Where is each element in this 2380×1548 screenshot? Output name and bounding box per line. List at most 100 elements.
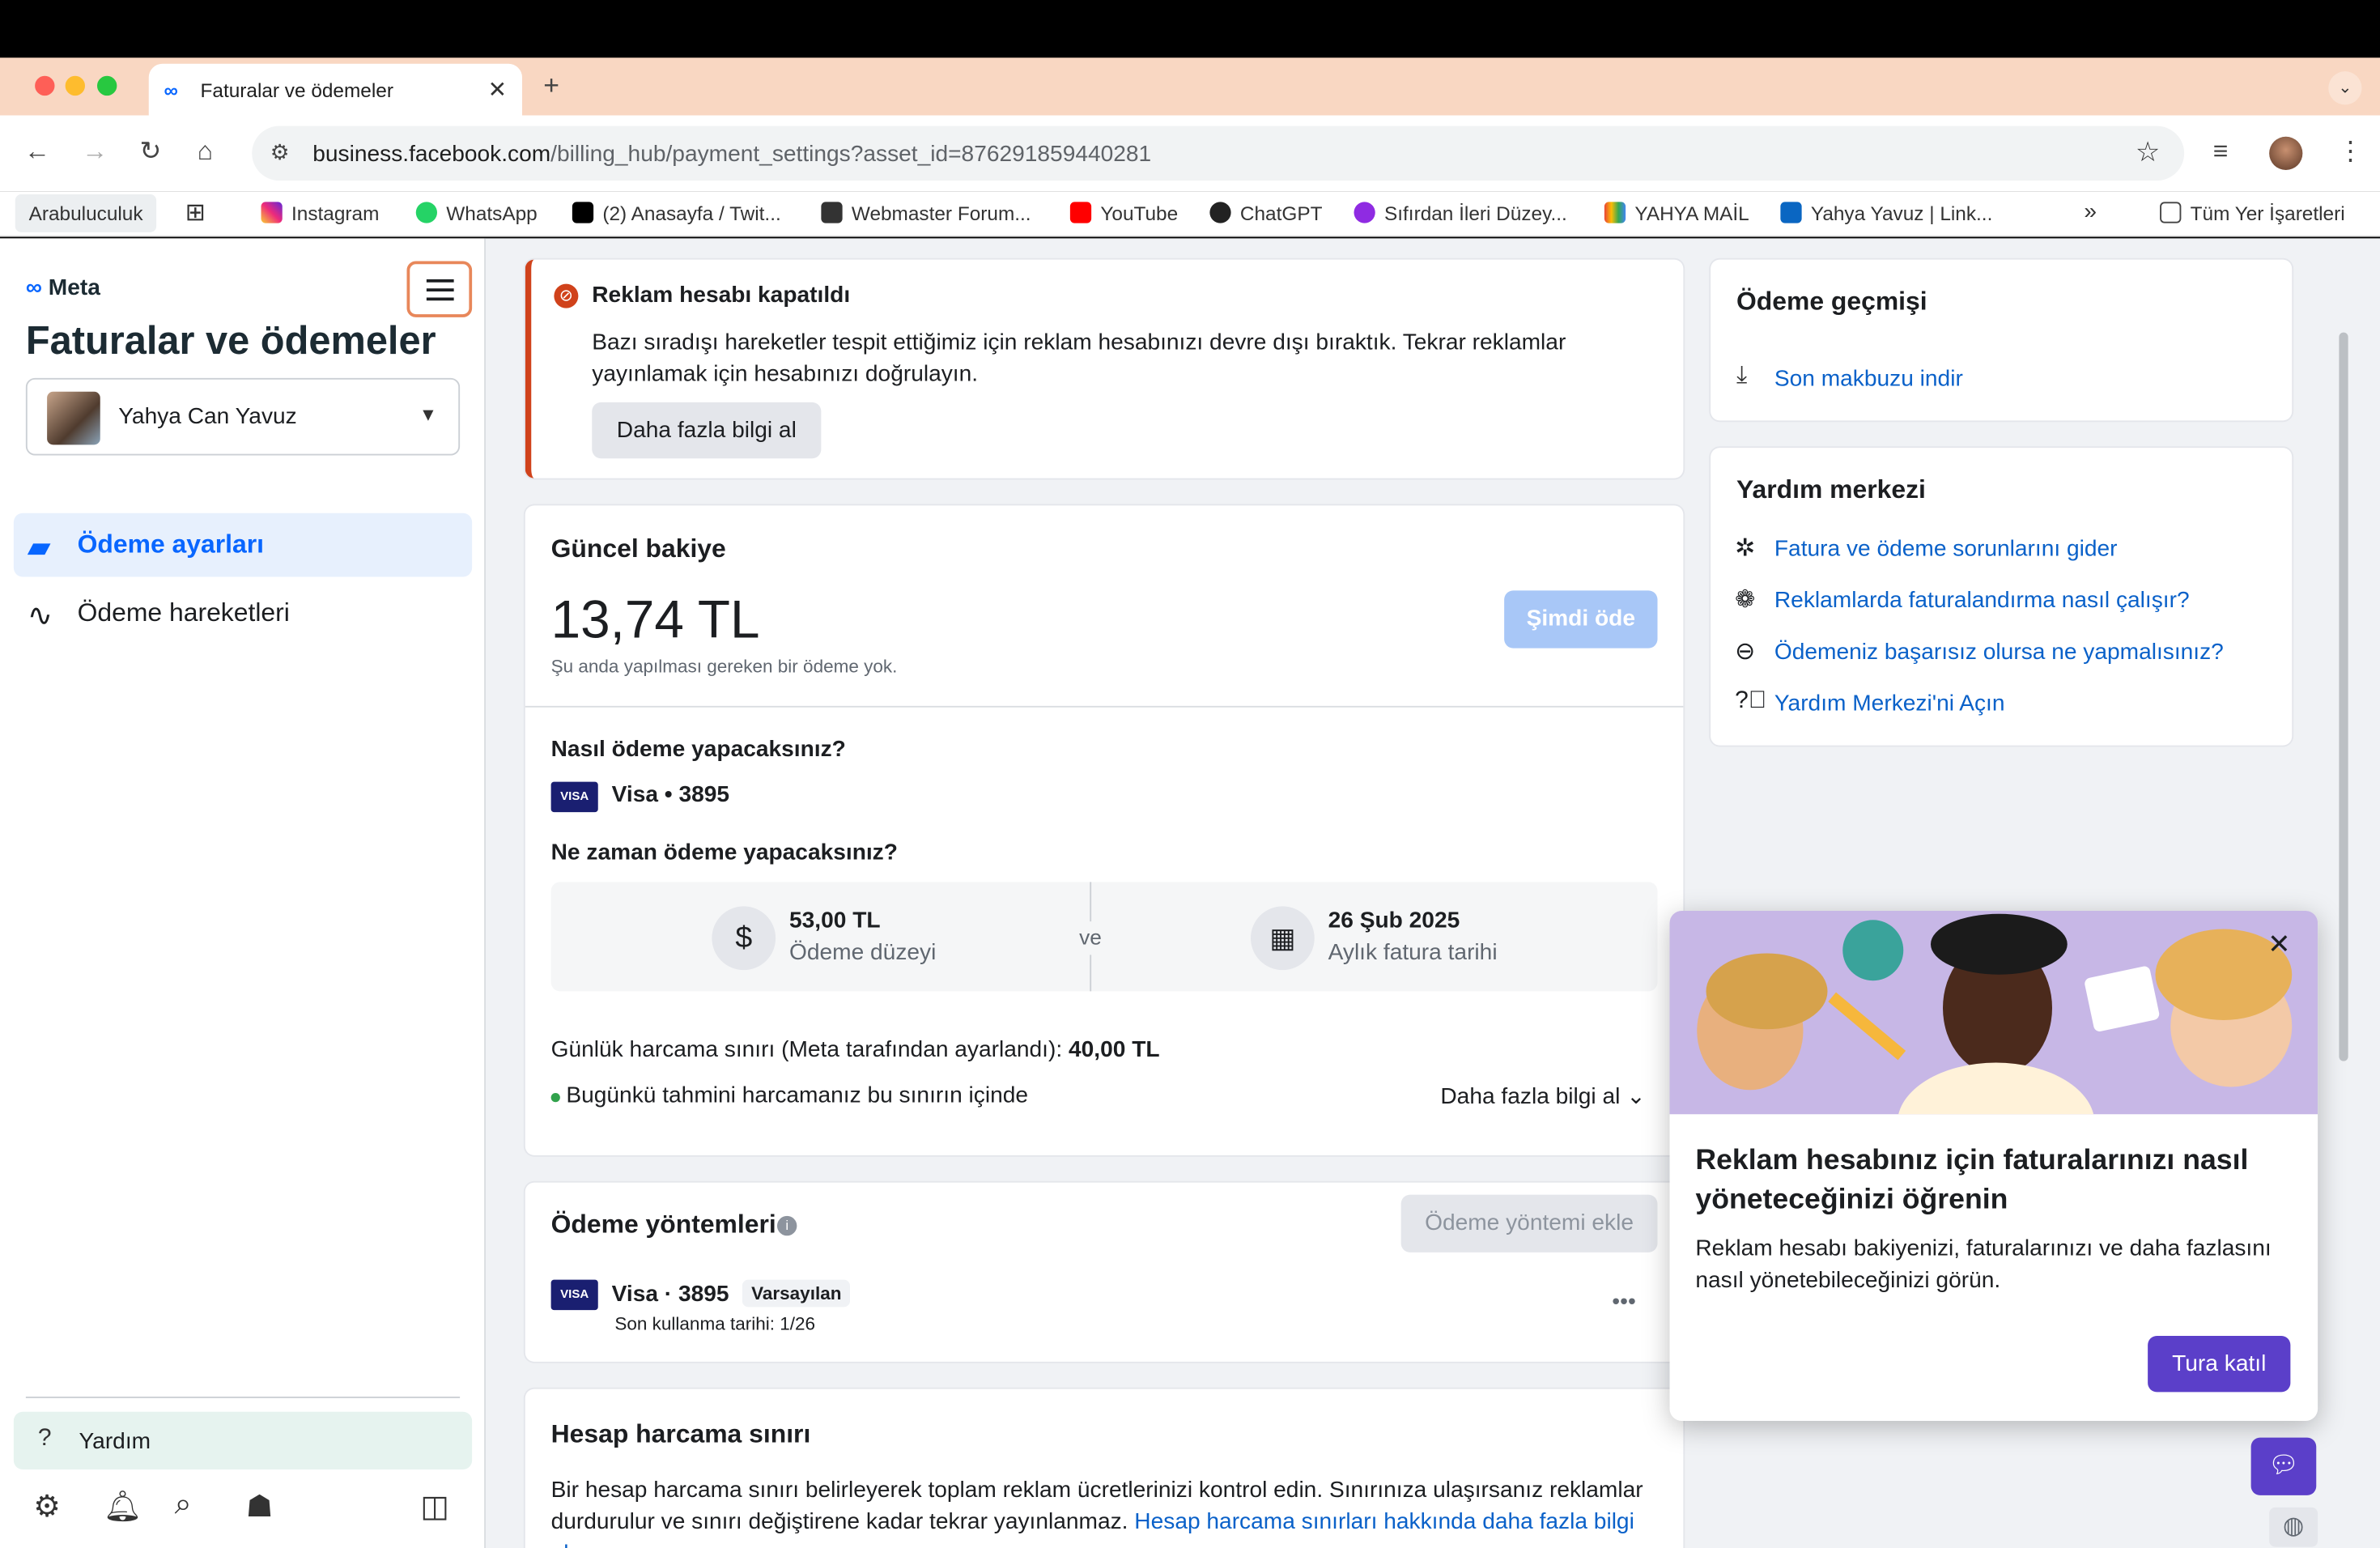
status-dot <box>550 1093 560 1103</box>
join-tour-button[interactable]: Tura katıl <box>2148 1336 2291 1393</box>
reload-icon[interactable]: ↻ <box>140 137 162 168</box>
help-center-title: Yardım merkezi <box>1736 474 1926 504</box>
illustration-pencil <box>1828 992 1906 1061</box>
maximize-window-button[interactable] <box>97 75 117 96</box>
apps-grid-icon[interactable]: ⊞ <box>185 198 206 228</box>
bookmark-webmaster[interactable]: Webmaster Forum... <box>821 202 1031 225</box>
bookmark-mail[interactable]: YAHYA MAİL <box>1604 202 1749 225</box>
card-icon: ▰ <box>27 531 51 565</box>
hamburger-menu-icon[interactable] <box>406 261 473 317</box>
and-divider-bottom <box>1090 955 1092 992</box>
bookmark-twitter[interactable]: (2) Anasayfa / Twit... <box>572 202 781 225</box>
minimize-window-button[interactable] <box>65 75 85 96</box>
billing-tour-popup: ✕ Reklam hesabınız için faturalarınızı n… <box>1669 911 2318 1421</box>
illustration-shape-green <box>1842 920 1904 981</box>
visa-logo-icon: VISA <box>550 781 598 813</box>
all-bookmarks[interactable]: Tüm Yer İşaretleri <box>2160 202 2345 225</box>
bookmark-instagram[interactable]: Instagram <box>261 202 379 225</box>
settings-gear-icon[interactable]: ⚙ <box>33 1488 61 1526</box>
url-text: business.facebook.com/billing_hub/paymen… <box>312 141 1151 167</box>
help-label: Yardım <box>79 1428 151 1455</box>
meta-logo[interactable]: ∞ Meta <box>26 274 100 300</box>
download-receipt-link[interactable]: Son makbuzu indir <box>1774 366 1963 392</box>
webmaster-icon <box>821 202 843 223</box>
course-icon <box>1354 202 1375 223</box>
meta-favicon-icon: ∞ <box>164 79 178 102</box>
bookmark-chatgpt[interactable]: ChatGPT <box>1209 202 1322 225</box>
account-selector[interactable]: Yahya Can Yavuz ▼ <box>25 377 461 456</box>
browser-toolbar: ← → ↻ ⌂ ⚙ business.facebook.com/billing_… <box>0 115 2380 192</box>
dropdown-caret-icon: ▼ <box>419 403 437 425</box>
bookmark-sifirdan[interactable]: Sıfırdan İleri Düzey... <box>1354 202 1567 225</box>
page: ∞ Meta Faturalar ve ödemeler Yahya Can Y… <box>0 238 2380 1548</box>
close-tab-icon[interactable]: ✕ <box>488 76 508 104</box>
payment-methods-title: Ödeme yöntemleri <box>550 1210 776 1239</box>
download-icon: ⤓ <box>1736 363 1748 389</box>
sidebar-help[interactable]: ? Yardım <box>13 1411 473 1469</box>
browser-tab[interactable]: ∞ Faturalar ve ödemeler ✕ <box>148 63 522 116</box>
alert-learn-more-button[interactable]: Daha fazla bilgi al <box>592 402 822 459</box>
chat-feedback-button[interactable]: 💬︎ <box>2250 1437 2317 1495</box>
search-icon[interactable]: ⌕ <box>175 1488 192 1523</box>
bookmark-whatsapp[interactable]: WhatsApp <box>415 202 538 225</box>
home-icon[interactable]: ⌂ <box>198 137 213 168</box>
notifications-bell-icon[interactable]: 🔔︎ <box>104 1488 142 1526</box>
billing-icon: ❁ <box>1735 587 1756 614</box>
back-icon[interactable]: ← <box>24 137 50 168</box>
activity-pulse-icon: ∿ <box>27 599 53 633</box>
address-bar[interactable]: ⚙ business.facebook.com/billing_hub/paym… <box>252 125 2185 181</box>
daily-limit-value: 40,00 TL <box>1069 1036 1160 1063</box>
sidebar-item-payment-settings[interactable]: ▰ Ödeme ayarları <box>13 512 473 577</box>
bug-report-icon[interactable]: ☗ <box>246 1488 274 1526</box>
sidebar-item-payment-activity[interactable]: ∿ Ödeme hareketleri <box>14 581 472 645</box>
bookmark-label: Tüm Yer İşaretleri <box>2190 202 2345 225</box>
payment-history-title: Ödeme geçmişi <box>1736 287 1927 316</box>
add-payment-method-button[interactable]: Ödeme yöntemi ekle <box>1400 1194 1658 1252</box>
url-path: /billing_hub/payment_settings?asset_id=8… <box>550 141 1152 168</box>
card-expiry: Son kullanma tarihi: 1/26 <box>614 1312 816 1335</box>
payment-history-card: Ödeme geçmişi ⤓ Son makbuzu indir <box>1711 259 2293 421</box>
bookmark-arabuluculuk[interactable]: Arabuluculuk <box>15 194 157 232</box>
account-avatar <box>47 391 100 445</box>
close-icon[interactable]: ✕ <box>2267 929 2290 961</box>
media-control-icon[interactable]: ≡ <box>2213 137 2229 168</box>
how-to-pay-title: Nasıl ödeme yapacaksınız? <box>550 736 846 763</box>
forward-icon[interactable]: → <box>82 137 108 168</box>
bookmark-label: YouTube <box>1100 202 1179 225</box>
bookmark-star-icon[interactable]: ☆ <box>2136 137 2160 168</box>
close-window-button[interactable] <box>35 75 55 96</box>
whatsapp-icon <box>415 202 437 223</box>
help-link-troubleshoot[interactable]: Fatura ve ödeme sorunlarını gider <box>1774 536 2118 562</box>
invoice-date-label: Aylık fatura tarihi <box>1328 939 1498 966</box>
profile-avatar[interactable] <box>2269 136 2303 170</box>
and-label: ve <box>1079 924 1102 949</box>
browser-menu-icon[interactable]: ⋮ <box>2338 137 2364 168</box>
balance-title: Güncel bakiye <box>550 534 726 563</box>
pay-now-button[interactable]: Şimdi öde <box>1504 590 1658 649</box>
tab-search-icon[interactable]: ⌄ <box>2328 71 2362 105</box>
site-settings-icon[interactable]: ⚙ <box>270 140 290 166</box>
dollar-circle-icon: $ <box>712 906 776 971</box>
help-link-failed-payment[interactable]: Ödemeniz başarısız olursa ne yapmalısını… <box>1774 639 2224 665</box>
info-icon[interactable]: i <box>777 1215 797 1236</box>
daily-limit-label: Günlük harcama sınırı (Meta tarafından a… <box>550 1036 1063 1063</box>
current-balance-card: Güncel bakiye 13,74 TL Şu anda yapılması… <box>525 505 1684 1155</box>
daily-limit-more-button[interactable]: Daha fazla bilgi al ⌄ <box>1440 1082 1645 1110</box>
illustration-hair-center <box>1931 913 2068 975</box>
linkedin-icon <box>1780 202 1802 223</box>
bookmark-label: (2) Anasayfa / Twit... <box>602 202 781 225</box>
bookmarks-overflow-icon[interactable]: » <box>2084 199 2097 225</box>
globe-icon[interactable]: ◍ <box>2269 1507 2318 1547</box>
scroll-thumb[interactable] <box>2339 332 2348 1061</box>
illustration-body-center <box>1897 1062 2095 1115</box>
alert-error-icon: ⊘ <box>554 283 579 308</box>
panel-toggle-icon[interactable]: ◫ <box>420 1488 448 1526</box>
more-options-icon[interactable]: ••• <box>1612 1289 1636 1315</box>
bookmark-linkedin[interactable]: Yahya Yavuz | Link... <box>1780 202 1992 225</box>
new-tab-icon[interactable]: + <box>543 70 559 101</box>
bookmark-label: YAHYA MAİL <box>1634 202 1749 225</box>
help-link-billing[interactable]: Reklamlarda faturalandırma nasıl çalışır… <box>1774 588 2190 614</box>
bookmark-youtube[interactable]: YouTube <box>1069 202 1179 225</box>
alert-body: Bazı sıradışı hareketler tespit ettiğimi… <box>592 329 1566 388</box>
help-link-open-center[interactable]: Yardım Merkezi'ni Açın <box>1774 691 2005 717</box>
